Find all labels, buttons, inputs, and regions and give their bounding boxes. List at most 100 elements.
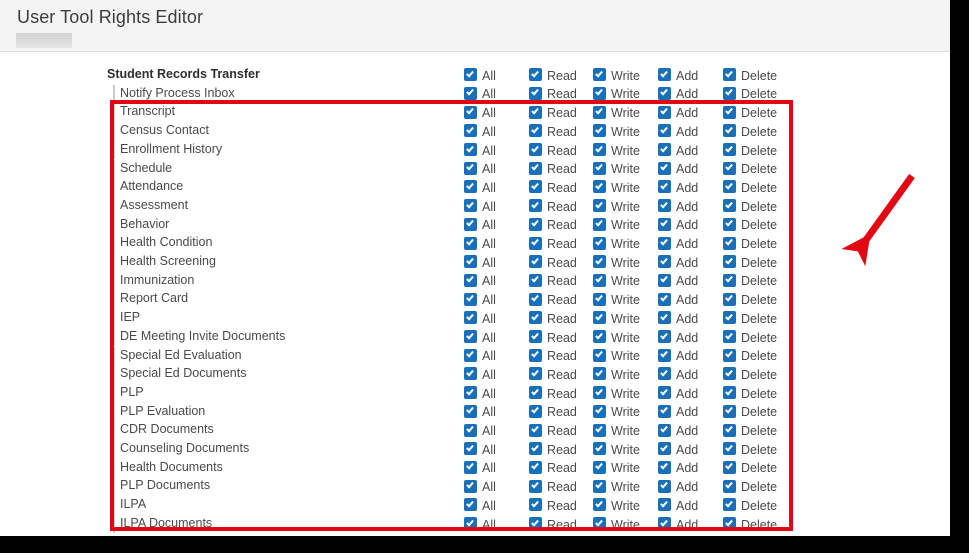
permission-label[interactable]: Write: [611, 499, 640, 513]
permission-label[interactable]: All: [482, 518, 496, 532]
permission-label[interactable]: Read: [547, 405, 577, 419]
permission-label[interactable]: Add: [676, 368, 698, 382]
checkbox-checked-icon[interactable]: [529, 180, 542, 194]
checkbox-checked-icon[interactable]: [593, 479, 606, 493]
permission-label[interactable]: All: [482, 106, 496, 120]
checkbox-checked-icon[interactable]: [593, 236, 606, 250]
checkbox-checked-icon[interactable]: [464, 442, 477, 456]
checkbox-checked-icon[interactable]: [723, 255, 736, 269]
permission-label[interactable]: Write: [611, 424, 640, 438]
checkbox-checked-icon[interactable]: [529, 105, 542, 119]
permission-label[interactable]: Delete: [741, 218, 777, 232]
permission-label[interactable]: All: [482, 256, 496, 270]
checkbox-checked-icon[interactable]: [464, 143, 477, 157]
permission-label[interactable]: Add: [676, 424, 698, 438]
permission-label[interactable]: Read: [547, 499, 577, 513]
permission-label[interactable]: Delete: [741, 162, 777, 176]
checkbox-checked-icon[interactable]: [723, 143, 736, 157]
permission-label[interactable]: Delete: [741, 69, 777, 83]
checkbox-checked-icon[interactable]: [464, 479, 477, 493]
checkbox-checked-icon[interactable]: [464, 404, 477, 418]
checkbox-checked-icon[interactable]: [464, 460, 477, 474]
checkbox-checked-icon[interactable]: [464, 68, 477, 82]
permission-label[interactable]: Delete: [741, 144, 777, 158]
checkbox-checked-icon[interactable]: [658, 68, 671, 82]
checkbox-checked-icon[interactable]: [723, 386, 736, 400]
permission-label[interactable]: Write: [611, 237, 640, 251]
checkbox-checked-icon[interactable]: [593, 442, 606, 456]
checkbox-checked-icon[interactable]: [529, 311, 542, 325]
checkbox-checked-icon[interactable]: [529, 517, 542, 531]
permission-label[interactable]: Delete: [741, 237, 777, 251]
permission-label[interactable]: Read: [547, 69, 577, 83]
checkbox-checked-icon[interactable]: [529, 273, 542, 287]
checkbox-checked-icon[interactable]: [464, 311, 477, 325]
checkbox-checked-icon[interactable]: [658, 423, 671, 437]
checkbox-checked-icon[interactable]: [593, 460, 606, 474]
permission-label[interactable]: Add: [676, 387, 698, 401]
checkbox-checked-icon[interactable]: [593, 367, 606, 381]
permission-label[interactable]: Delete: [741, 349, 777, 363]
checkbox-checked-icon[interactable]: [593, 311, 606, 325]
permission-label[interactable]: Add: [676, 480, 698, 494]
checkbox-checked-icon[interactable]: [658, 460, 671, 474]
checkbox-checked-icon[interactable]: [529, 199, 542, 213]
checkbox-checked-icon[interactable]: [658, 124, 671, 138]
checkbox-checked-icon[interactable]: [593, 517, 606, 531]
permission-label[interactable]: Write: [611, 181, 640, 195]
permission-label[interactable]: Read: [547, 349, 577, 363]
checkbox-checked-icon[interactable]: [464, 217, 477, 231]
permission-label[interactable]: All: [482, 200, 496, 214]
permission-label[interactable]: Add: [676, 499, 698, 513]
permission-label[interactable]: Add: [676, 87, 698, 101]
permission-label[interactable]: All: [482, 499, 496, 513]
permission-label[interactable]: Add: [676, 125, 698, 139]
checkbox-checked-icon[interactable]: [723, 217, 736, 231]
permission-label[interactable]: Write: [611, 312, 640, 326]
checkbox-checked-icon[interactable]: [723, 517, 736, 531]
permission-label[interactable]: All: [482, 387, 496, 401]
permission-label[interactable]: Delete: [741, 461, 777, 475]
checkbox-checked-icon[interactable]: [529, 460, 542, 474]
permission-label[interactable]: Read: [547, 144, 577, 158]
checkbox-checked-icon[interactable]: [658, 479, 671, 493]
checkbox-checked-icon[interactable]: [464, 517, 477, 531]
checkbox-checked-icon[interactable]: [529, 217, 542, 231]
checkbox-checked-icon[interactable]: [658, 236, 671, 250]
checkbox-checked-icon[interactable]: [723, 292, 736, 306]
permission-label[interactable]: Read: [547, 387, 577, 401]
checkbox-checked-icon[interactable]: [464, 292, 477, 306]
permission-label[interactable]: Read: [547, 274, 577, 288]
permission-label[interactable]: Delete: [741, 368, 777, 382]
permission-label[interactable]: Add: [676, 405, 698, 419]
permission-label[interactable]: All: [482, 349, 496, 363]
checkbox-checked-icon[interactable]: [593, 348, 606, 362]
checkbox-checked-icon[interactable]: [723, 498, 736, 512]
permission-label[interactable]: All: [482, 162, 496, 176]
permission-label[interactable]: Write: [611, 87, 640, 101]
permission-label[interactable]: All: [482, 443, 496, 457]
checkbox-checked-icon[interactable]: [658, 442, 671, 456]
permission-label[interactable]: Add: [676, 518, 698, 532]
checkbox-checked-icon[interactable]: [593, 330, 606, 344]
checkbox-checked-icon[interactable]: [723, 423, 736, 437]
checkbox-checked-icon[interactable]: [658, 404, 671, 418]
checkbox-checked-icon[interactable]: [723, 404, 736, 418]
checkbox-checked-icon[interactable]: [723, 460, 736, 474]
checkbox-checked-icon[interactable]: [529, 68, 542, 82]
permission-label[interactable]: All: [482, 368, 496, 382]
permission-label[interactable]: Delete: [741, 256, 777, 270]
checkbox-checked-icon[interactable]: [529, 348, 542, 362]
checkbox-checked-icon[interactable]: [593, 143, 606, 157]
checkbox-checked-icon[interactable]: [464, 105, 477, 119]
permission-label[interactable]: Add: [676, 162, 698, 176]
permission-label[interactable]: Add: [676, 293, 698, 307]
permission-label[interactable]: Add: [676, 144, 698, 158]
permission-label[interactable]: Add: [676, 106, 698, 120]
permission-label[interactable]: Write: [611, 480, 640, 494]
permission-label[interactable]: Delete: [741, 293, 777, 307]
permission-label[interactable]: All: [482, 218, 496, 232]
permission-label[interactable]: All: [482, 274, 496, 288]
permission-label[interactable]: Add: [676, 443, 698, 457]
checkbox-checked-icon[interactable]: [658, 292, 671, 306]
